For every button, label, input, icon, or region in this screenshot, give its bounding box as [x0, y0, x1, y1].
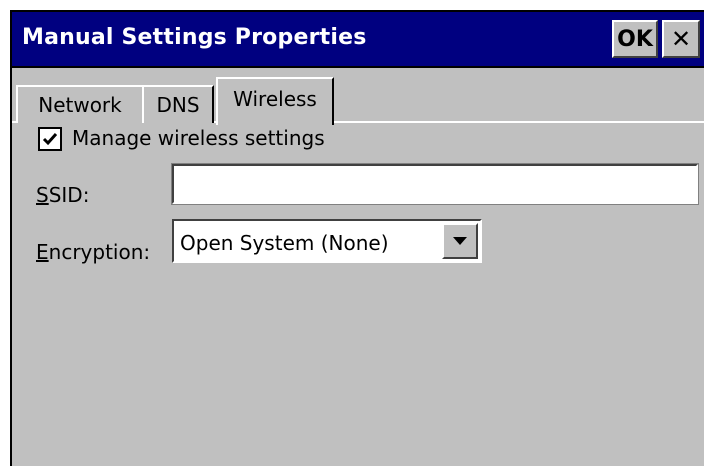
window-title: Manual Settings Properties: [22, 25, 367, 50]
ssid-label-text: SID:: [48, 183, 90, 207]
encryption-selected-value: Open System (None): [180, 231, 389, 255]
encryption-label: Encryption:: [36, 240, 150, 264]
ssid-label-accesskey: S: [36, 183, 49, 207]
encryption-label-text: ncryption:: [48, 240, 151, 264]
encryption-label-accesskey: E: [36, 240, 49, 264]
tab-wireless-label: Wireless: [233, 87, 317, 111]
tab-dns[interactable]: DNS: [142, 85, 214, 123]
manage-wireless-label: Manage wireless settings: [72, 126, 325, 150]
encryption-dropdown-button[interactable]: [442, 223, 478, 259]
chevron-down-icon: [453, 237, 467, 245]
manage-wireless-checkbox[interactable]: [38, 127, 62, 151]
title-bar: Manual Settings Properties OK ✕: [12, 12, 704, 68]
ssid-input[interactable]: [171, 163, 699, 205]
tab-strip: Network DNS Wireless: [12, 68, 704, 127]
close-icon: ✕: [670, 25, 692, 53]
close-button[interactable]: ✕: [662, 20, 700, 58]
ssid-label: SSID:: [36, 183, 89, 207]
properties-window: Manual Settings Properties OK ✕ Network …: [10, 10, 704, 466]
check-icon: [42, 133, 58, 146]
tab-wireless[interactable]: Wireless: [216, 77, 334, 127]
encryption-select[interactable]: Open System (None): [172, 219, 482, 263]
ok-button[interactable]: OK: [612, 20, 658, 58]
tab-network[interactable]: Network: [16, 85, 144, 123]
